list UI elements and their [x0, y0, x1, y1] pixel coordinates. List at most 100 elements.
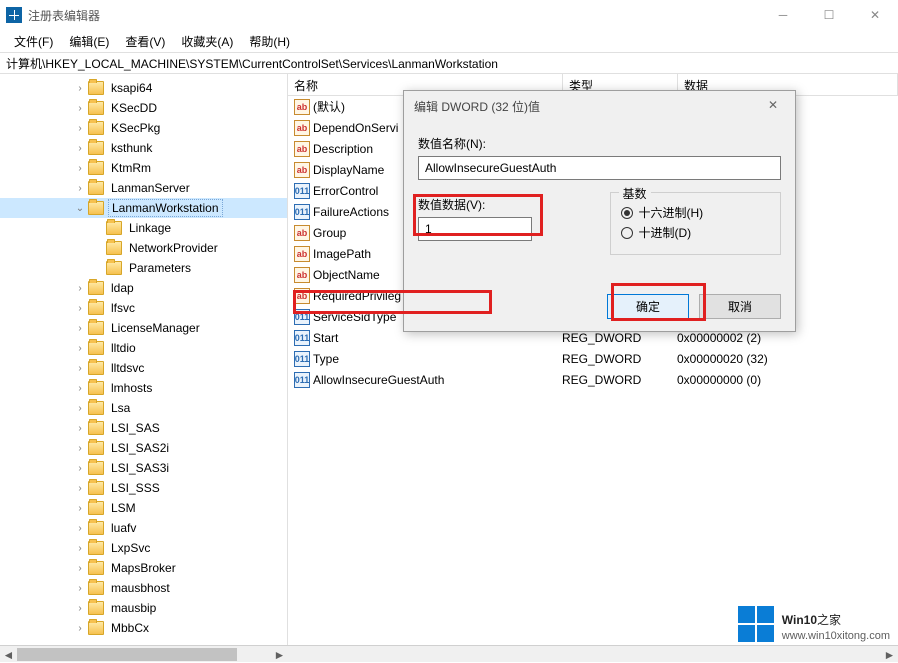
title-bar: 注册表编辑器 ─ ☐ ✕ [0, 0, 898, 30]
tree-item-label: lmhosts [108, 380, 155, 396]
value-data: 0x00000000 (0) [677, 373, 898, 387]
tree-item[interactable]: ›KtmRm [0, 158, 287, 178]
chevron-right-icon[interactable]: › [72, 423, 88, 434]
menu-file[interactable]: 文件(F) [6, 31, 61, 52]
tree-item[interactable]: Parameters [0, 258, 287, 278]
tree-item[interactable]: › KSecDD [0, 98, 287, 118]
chevron-right-icon[interactable]: › [72, 283, 88, 294]
tree-item[interactable]: ›mausbip [0, 598, 287, 618]
window-title: 注册表编辑器 [28, 7, 100, 24]
horizontal-scrollbar[interactable]: ◄ ► ► [0, 645, 898, 662]
string-value-icon: ab [294, 267, 310, 283]
menu-help[interactable]: 帮助(H) [241, 31, 298, 52]
ok-button[interactable]: 确定 [607, 294, 689, 319]
folder-icon [88, 321, 104, 335]
value-data-input[interactable] [418, 217, 532, 241]
scroll-right2-icon[interactable]: ► [881, 646, 898, 663]
tree-item[interactable]: ›lfsvc [0, 298, 287, 318]
folder-icon [88, 361, 104, 375]
folder-icon [88, 281, 104, 295]
list-row[interactable]: 011AllowInsecureGuestAuthREG_DWORD0x0000… [288, 369, 898, 390]
chevron-right-icon[interactable]: › [72, 623, 88, 634]
dialog-close-button[interactable]: ✕ [755, 93, 791, 117]
tree-item[interactable]: ⌄ LanmanWorkstation [0, 198, 287, 218]
tree-item[interactable]: ›MbbCx [0, 618, 287, 638]
tree-item-label: LSI_SAS [108, 420, 163, 436]
tree-item[interactable]: ›luafv [0, 518, 287, 538]
chevron-right-icon[interactable]: › [72, 563, 88, 574]
minimize-button[interactable]: ─ [760, 0, 806, 30]
value-type: REG_DWORD [562, 352, 677, 366]
tree-item[interactable]: ›MapsBroker [0, 558, 287, 578]
scroll-thumb[interactable] [17, 648, 237, 661]
chevron-right-icon[interactable]: › [72, 143, 88, 154]
chevron-right-icon[interactable]: › [72, 303, 88, 314]
tree-item[interactable]: ›LSI_SSS [0, 478, 287, 498]
tree-item[interactable]: ›LanmanServer [0, 178, 287, 198]
chevron-right-icon[interactable]: › [72, 583, 88, 594]
chevron-right-icon[interactable]: › [72, 163, 88, 174]
menu-bar: 文件(F) 编辑(E) 查看(V) 收藏夹(A) 帮助(H) [0, 30, 898, 52]
address-bar[interactable]: 计算机\HKEY_LOCAL_MACHINE\SYSTEM\CurrentCon… [0, 52, 898, 74]
folder-icon [88, 181, 104, 195]
chevron-right-icon[interactable]: › [72, 443, 88, 454]
scroll-left-icon[interactable]: ◄ [0, 646, 17, 663]
folder-icon [88, 401, 104, 415]
tree-item[interactable]: › LSI_SAS [0, 418, 287, 438]
menu-favorites[interactable]: 收藏夹(A) [173, 31, 241, 52]
chevron-right-icon[interactable]: › [72, 503, 88, 514]
chevron-right-icon[interactable]: › [72, 603, 88, 614]
watermark: Win10之家 www.win10xitong.com [738, 606, 890, 642]
chevron-down-icon[interactable]: ⌄ [72, 203, 88, 214]
tree-item-label: LSM [108, 500, 139, 516]
tree-item[interactable]: Linkage [0, 218, 287, 238]
maximize-button[interactable]: ☐ [806, 0, 852, 30]
base-fieldset: 基数 十六进制(H) 十进制(D) [610, 192, 782, 255]
close-button[interactable]: ✕ [852, 0, 898, 30]
chevron-right-icon[interactable]: › [72, 103, 88, 114]
radio-dec[interactable]: 十进制(D) [621, 224, 771, 241]
scroll-right-icon[interactable]: ► [271, 646, 288, 663]
tree-item[interactable]: › Lsa [0, 398, 287, 418]
tree-item[interactable]: ›ldap [0, 278, 287, 298]
tree-item[interactable]: ›mausbhost [0, 578, 287, 598]
tree-item[interactable]: ›LicenseManager [0, 318, 287, 338]
radio-hex[interactable]: 十六进制(H) [621, 204, 771, 221]
chevron-right-icon[interactable]: › [72, 323, 88, 334]
chevron-right-icon[interactable]: › [72, 343, 88, 354]
tree-item[interactable]: ›LxpSvc [0, 538, 287, 558]
tree-item[interactable]: ›lltdsvc [0, 358, 287, 378]
chevron-right-icon[interactable]: › [72, 363, 88, 374]
menu-view[interactable]: 查看(V) [117, 31, 173, 52]
value-name-input[interactable] [418, 156, 781, 180]
tree-pane[interactable]: ›ksapi64›KSecDD›KSecPkg›ksthunk›KtmRm›La… [0, 74, 288, 645]
tree-item-label: Lsa [108, 400, 133, 416]
chevron-right-icon[interactable]: › [72, 83, 88, 94]
tree-item-label: ksapi64 [108, 80, 155, 96]
menu-edit[interactable]: 编辑(E) [61, 31, 117, 52]
cancel-button[interactable]: 取消 [699, 294, 781, 319]
chevron-right-icon[interactable]: › [72, 483, 88, 494]
chevron-right-icon[interactable]: › [72, 523, 88, 534]
list-row[interactable]: 011TypeREG_DWORD0x00000020 (32) [288, 348, 898, 369]
chevron-right-icon[interactable]: › [72, 383, 88, 394]
tree-item[interactable]: ›KSecPkg [0, 118, 287, 138]
chevron-right-icon[interactable]: › [72, 403, 88, 414]
tree-item[interactable]: › lmhosts [0, 378, 287, 398]
chevron-right-icon[interactable]: › [72, 123, 88, 134]
tree-item[interactable]: › ksapi64 [0, 78, 287, 98]
chevron-right-icon[interactable]: › [72, 543, 88, 554]
tree-item[interactable]: › LSM [0, 498, 287, 518]
chevron-right-icon[interactable]: › [72, 463, 88, 474]
tree-item[interactable]: ›ksthunk [0, 138, 287, 158]
tree-item-label: KSecDD [108, 100, 160, 116]
tree-item[interactable]: NetworkProvider [0, 238, 287, 258]
folder-icon [88, 601, 104, 615]
folder-icon [88, 381, 104, 395]
tree-item[interactable]: ›LSI_SAS2i [0, 438, 287, 458]
value-data: 0x00000020 (32) [677, 352, 898, 366]
tree-item[interactable]: ›LSI_SAS3i [0, 458, 287, 478]
tree-item[interactable]: ›lltdio [0, 338, 287, 358]
tree-item-label: LanmanWorkstation [108, 199, 223, 217]
chevron-right-icon[interactable]: › [72, 183, 88, 194]
